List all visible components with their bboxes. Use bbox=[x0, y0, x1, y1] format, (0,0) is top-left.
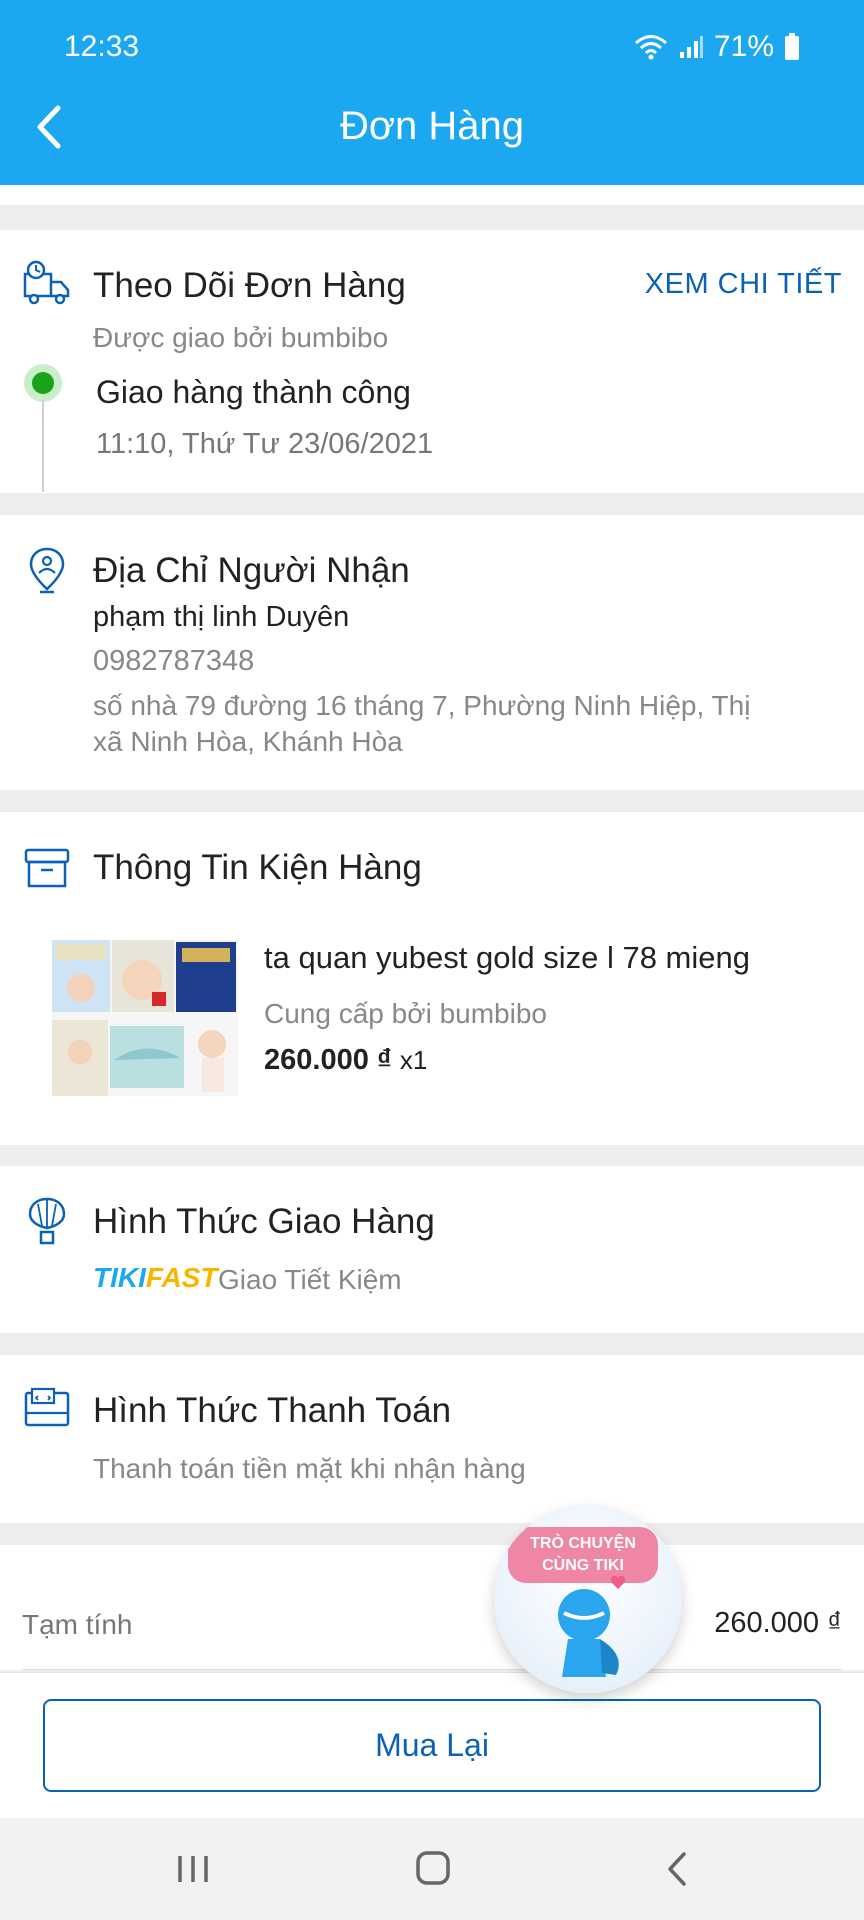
subtotal-label: Tạm tính bbox=[22, 1609, 133, 1640]
recipient-address-line1: số nhà 79 đường 16 tháng 7, Phường Ninh … bbox=[93, 690, 751, 721]
truck-icon bbox=[23, 260, 70, 305]
tikifast-logo-part1: TIKI bbox=[93, 1262, 146, 1293]
recent-apps-icon[interactable] bbox=[168, 1846, 218, 1892]
payment-icon bbox=[24, 1387, 70, 1427]
product-image[interactable] bbox=[52, 940, 238, 1096]
payment-method: Thanh toán tiền mặt khi nhận hàng bbox=[93, 1453, 526, 1484]
product-name[interactable]: ta quan yubest gold size l 78 mieng bbox=[264, 940, 750, 976]
page-title: Đơn Hàng bbox=[339, 104, 525, 148]
recipient-name: phạm thị linh Duyên bbox=[93, 601, 350, 633]
chat-with-tiki-bubble[interactable]: TRÒ CHUYỆN CÙNG TIKI bbox=[494, 1505, 682, 1693]
payment-card: Hình Thức Thanh Toán Thanh toán tiền mặt… bbox=[0, 1355, 864, 1523]
status-time: 12:33 bbox=[64, 30, 140, 63]
tracking-title: Theo Dõi Đơn Hàng bbox=[93, 266, 406, 305]
status-dot bbox=[24, 364, 62, 402]
shipping-method: Giao Tiết Kiệm bbox=[218, 1264, 402, 1295]
recipient-phone: 0982787348 bbox=[93, 645, 255, 677]
view-details-link[interactable]: XEM CHI TIẾT bbox=[645, 268, 842, 301]
package-box-icon bbox=[24, 848, 70, 888]
nav-back-icon[interactable] bbox=[652, 1846, 702, 1892]
tikifast-logo-part2: FAST bbox=[145, 1262, 218, 1293]
address-title: Địa Chỉ Người Nhận bbox=[93, 551, 410, 590]
subtotal-value: 260.000 ₫ bbox=[714, 1607, 842, 1639]
home-icon[interactable] bbox=[408, 1846, 458, 1892]
product-seller: Cung cấp bởi bumbibo bbox=[264, 998, 547, 1029]
product-price-row: 260.000 ₫ x1 bbox=[264, 1044, 427, 1077]
app-header: 12:33 71% Đơn Hàng bbox=[0, 0, 864, 185]
summary-card: Tạm tính 260.000 ₫ bbox=[0, 1545, 864, 1670]
top-spacer bbox=[0, 185, 864, 205]
address-card: Địa Chỉ Người Nhận phạm thị linh Duyên 0… bbox=[0, 515, 864, 790]
timeline-line bbox=[42, 400, 44, 492]
recipient-address-line2: xã Ninh Hòa, Khánh Hòa bbox=[93, 726, 403, 757]
status-indicators: 71% bbox=[634, 30, 800, 64]
shipping-card: Hình Thức Giao Hàng TIKIFAST Giao Tiết K… bbox=[0, 1166, 864, 1333]
product-image-drawing bbox=[52, 940, 236, 1096]
battery-percent: 71% bbox=[713, 30, 774, 63]
package-title: Thông Tin Kiện Hàng bbox=[93, 848, 422, 887]
payment-title: Hình Thức Thanh Toán bbox=[93, 1391, 452, 1430]
tiki-mascot-icon bbox=[558, 1575, 625, 1677]
balloon-delivery-icon bbox=[28, 1197, 66, 1245]
delivery-timestamp: 11:10, Thứ Tư 23/06/2021 bbox=[96, 428, 434, 460]
system-nav-bar bbox=[0, 1818, 864, 1920]
product-quantity: x1 bbox=[399, 1045, 428, 1075]
tikifast-logo: TIKIFAST bbox=[93, 1262, 217, 1294]
shipping-title: Hình Thức Giao Hàng bbox=[93, 1202, 435, 1241]
wifi-icon bbox=[634, 35, 667, 60]
location-pin-icon bbox=[29, 547, 65, 594]
delivery-status: Giao hàng thành công bbox=[96, 374, 411, 410]
battery-icon bbox=[785, 33, 799, 60]
product-price: 260.000 ₫ bbox=[264, 1044, 392, 1076]
delivered-by: Được giao bởi bumbibo bbox=[93, 322, 389, 353]
summary-divider bbox=[22, 1669, 842, 1670]
rebuy-button[interactable]: Mua Lại bbox=[43, 1699, 821, 1792]
signal-icon bbox=[679, 36, 703, 58]
